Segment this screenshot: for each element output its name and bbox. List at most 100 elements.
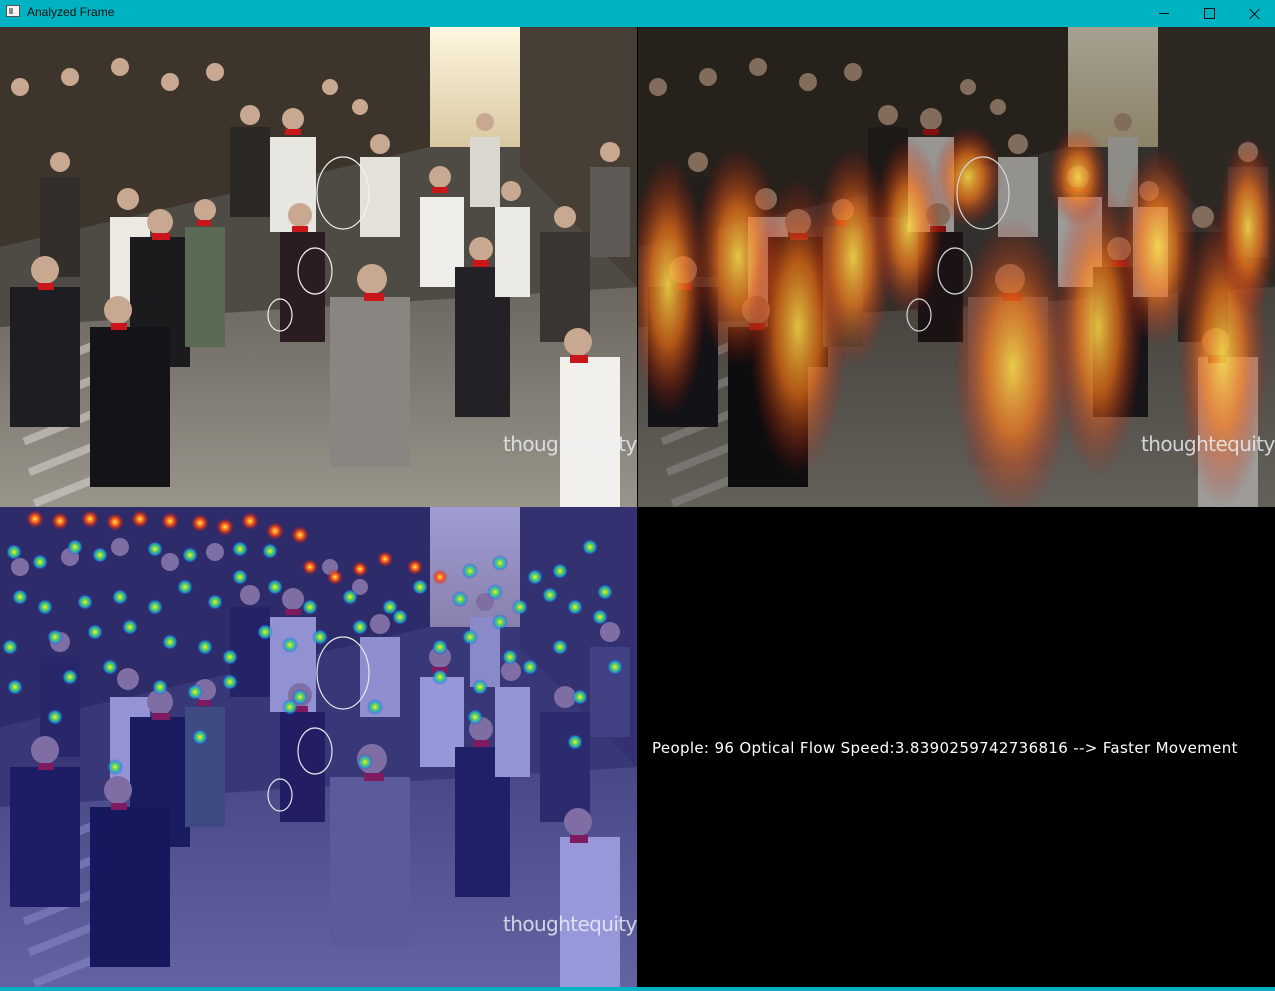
head-detection-blob xyxy=(552,563,568,579)
head-detection-blob xyxy=(302,599,318,615)
head-detection-blob xyxy=(352,619,368,635)
head-detection-blob xyxy=(177,579,193,595)
head-detection-blob xyxy=(2,639,18,655)
head-detection-blob xyxy=(222,674,238,690)
head-detection-blob xyxy=(392,609,408,625)
head-detection-blob xyxy=(162,634,178,650)
head-detection-blob xyxy=(232,541,248,557)
head-detection-blob xyxy=(582,539,598,555)
motion-heatmap-panel: thoughtequity xyxy=(638,27,1275,507)
head-detection-blob xyxy=(432,639,448,655)
head-detection-blob xyxy=(262,543,278,559)
head-detection-blob xyxy=(182,547,198,563)
head-detection-blob xyxy=(147,599,163,615)
head-detection-blob xyxy=(147,541,163,557)
head-detection-blob xyxy=(552,639,568,655)
head-detection-blob xyxy=(12,589,28,605)
head-detection-blob xyxy=(302,559,318,575)
head-detection-blob xyxy=(522,659,538,675)
head-detection-blob xyxy=(291,526,309,544)
head-detection-blob xyxy=(452,591,468,607)
head-detection-blob xyxy=(26,510,44,528)
head-detection-blob xyxy=(357,754,373,770)
head-detection-blob xyxy=(266,522,284,540)
window-titlebar: Analyzed Frame xyxy=(0,0,1275,27)
head-detection-blob xyxy=(51,512,69,530)
head-detection-blob xyxy=(607,659,623,675)
head-detection-blob xyxy=(161,512,179,530)
head-detection-blob xyxy=(527,569,543,585)
head-detection-blob xyxy=(467,709,483,725)
head-detection-blob xyxy=(102,659,118,675)
head-detection-blob xyxy=(412,579,428,595)
head-detection-blob xyxy=(81,510,99,528)
close-icon xyxy=(1249,8,1261,20)
head-detection-blob xyxy=(216,518,234,536)
head-detection-blob xyxy=(131,510,149,528)
head-density-panel: thoughtequity xyxy=(0,507,637,987)
head-detection-blob xyxy=(222,649,238,665)
head-detection-blob xyxy=(432,669,448,685)
head-detection-blob xyxy=(37,599,53,615)
head-detection-blob xyxy=(77,594,93,610)
head-detection-blob xyxy=(432,569,448,585)
head-detection-blob xyxy=(492,555,508,571)
head-detection-blob xyxy=(47,629,63,645)
head-detection-blob xyxy=(512,599,528,615)
head-detection-blob xyxy=(32,554,48,570)
maximize-icon xyxy=(1203,8,1215,19)
head-detection-blob xyxy=(187,684,203,700)
head-detection-blob xyxy=(92,547,108,563)
analysis-status-text: People: 96 Optical Flow Speed:3.83902597… xyxy=(652,739,1238,757)
head-detection-blob xyxy=(282,699,298,715)
watermark: thoughtequity xyxy=(503,912,637,936)
head-detection-blob xyxy=(462,629,478,645)
head-detection-blob xyxy=(87,624,103,640)
original-frame-panel: thoughtequity xyxy=(0,27,637,507)
head-detection-blob xyxy=(7,679,23,695)
head-detection-blob xyxy=(597,584,613,600)
head-detection-blob xyxy=(192,729,208,745)
head-detection-blob xyxy=(106,513,124,531)
head-detection-blob xyxy=(327,569,343,585)
head-detection-blob xyxy=(241,512,259,530)
close-button[interactable] xyxy=(1232,0,1275,27)
head-detection-blob xyxy=(367,699,383,715)
head-detection-blob xyxy=(197,639,213,655)
head-detection-blob xyxy=(67,539,83,555)
window-bottom-border xyxy=(0,987,1275,991)
head-detection-blob xyxy=(462,563,478,579)
head-detection-blob xyxy=(487,584,503,600)
maximize-button[interactable] xyxy=(1186,0,1232,27)
head-detection-blob xyxy=(472,679,488,695)
head-detection-blob xyxy=(282,637,298,653)
head-detection-blob xyxy=(542,587,558,603)
head-detection-blob xyxy=(592,609,608,625)
head-detection-blob xyxy=(47,709,63,725)
head-detection-blob xyxy=(407,559,423,575)
head-detection-blob xyxy=(152,679,168,695)
head-detection-blob xyxy=(6,544,22,560)
head-detection-blob xyxy=(312,629,328,645)
head-detection-blob xyxy=(567,734,583,750)
head-detection-blob xyxy=(257,624,273,640)
head-detection-blob xyxy=(502,649,518,665)
minimize-icon xyxy=(1159,13,1169,14)
watermark: thoughtequity xyxy=(503,432,637,456)
window-title: Analyzed Frame xyxy=(27,5,115,19)
minimize-button[interactable] xyxy=(1141,0,1187,27)
head-detection-blob xyxy=(572,689,588,705)
app-window-icon xyxy=(6,5,20,17)
head-detection-blob xyxy=(352,561,368,577)
watermark: thoughtequity xyxy=(1141,432,1275,456)
head-detection-blob xyxy=(342,589,358,605)
head-detection-blob xyxy=(112,589,128,605)
head-detection-blob xyxy=(567,599,583,615)
head-detection-blob xyxy=(377,551,393,567)
head-detection-blob xyxy=(267,579,283,595)
head-detection-blob xyxy=(232,569,248,585)
head-detection-blob xyxy=(207,594,223,610)
head-detection-blob xyxy=(191,514,209,532)
head-detection-blob xyxy=(107,759,123,775)
head-detection-blob xyxy=(122,619,138,635)
